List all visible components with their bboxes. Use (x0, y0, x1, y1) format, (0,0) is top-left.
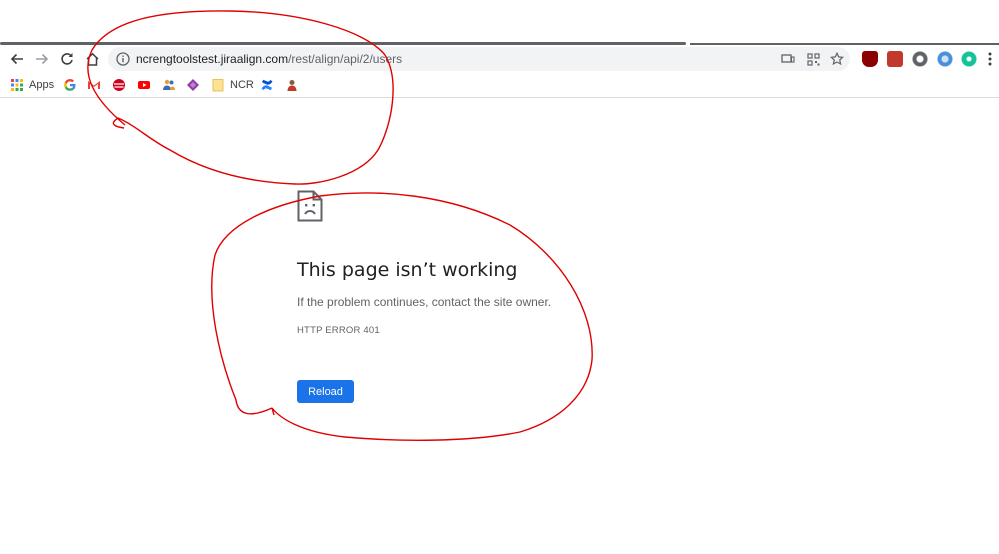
bookmark-gmail[interactable] (87, 77, 101, 93)
bookmark-star-icon[interactable] (829, 51, 845, 67)
apps-grid-icon (11, 79, 23, 91)
google-icon (64, 79, 76, 91)
annotation-circle-error (211, 192, 593, 441)
people-icon (163, 79, 175, 90)
ublock-icon[interactable] (862, 51, 878, 67)
back-button[interactable] (6, 45, 28, 73)
bookmark-diamond[interactable] (186, 77, 200, 93)
bookmark-ncr-label: NCR (230, 79, 254, 91)
chrome-menu-button[interactable] (983, 45, 997, 73)
error-code: HTTP ERROR 401 (297, 325, 380, 336)
diamond-icon (187, 79, 199, 91)
back-arrow-icon (10, 53, 23, 65)
address-bar[interactable]: ncrengtoolstest.jiraalign.com/rest/align… (108, 47, 850, 71)
person-avatar-icon (287, 80, 297, 91)
bookmarks-bar: Apps NCR (0, 73, 999, 98)
bookmark-avatar[interactable] (285, 77, 299, 93)
kebab-menu-icon (988, 52, 992, 66)
url-host: ncrengtoolstest.jiraalign.com (136, 52, 289, 66)
tab-strip (0, 0, 999, 43)
youtube-icon (138, 81, 150, 89)
red-swirl-icon (113, 79, 125, 91)
reload-icon (61, 53, 73, 65)
home-button[interactable] (81, 45, 103, 73)
home-icon (85, 52, 99, 66)
bookmark-red-icon[interactable] (112, 77, 126, 93)
cast-icon[interactable] (780, 51, 796, 67)
blue-extension-icon[interactable] (937, 51, 953, 67)
info-icon[interactable] (116, 52, 130, 66)
error-title: This page isn’t working (297, 259, 518, 281)
folder-icon (212, 79, 224, 92)
bookmark-google[interactable] (63, 77, 77, 93)
qr-code-icon[interactable] (805, 51, 821, 67)
bookmark-confluence[interactable] (260, 77, 274, 93)
url-text[interactable]: ncrengtoolstest.jiraalign.com/rest/align… (136, 51, 402, 67)
bookmark-apps-label: Apps (29, 79, 55, 91)
sad-page-icon (297, 190, 323, 222)
red-square-extension-icon[interactable] (887, 51, 903, 67)
bookmark-youtube[interactable] (137, 77, 151, 93)
url-path: /rest/align/api/2/users (288, 52, 403, 66)
reload-button[interactable] (56, 45, 78, 73)
reload-page-button[interactable]: Reload (297, 380, 354, 403)
bookmark-ncr[interactable]: NCR (211, 77, 254, 93)
circle-extension-icon[interactable] (912, 51, 928, 67)
error-message: If the problem continues, contact the si… (297, 295, 552, 309)
gmail-icon (88, 81, 100, 89)
grammarly-icon[interactable] (961, 51, 977, 67)
forward-arrow-icon (36, 53, 49, 65)
bookmark-apps[interactable]: Apps (10, 77, 54, 93)
forward-button[interactable] (31, 45, 53, 73)
bookmark-people[interactable] (162, 77, 176, 93)
browser-toolbar: ncrengtoolstest.jiraalign.com/rest/align… (0, 45, 999, 73)
confluence-icon (261, 79, 273, 91)
